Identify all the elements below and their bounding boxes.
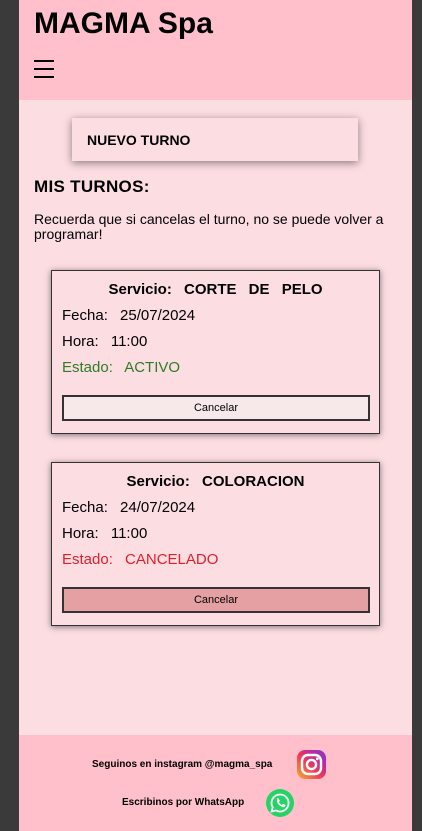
- hamburger-line: [34, 68, 54, 70]
- section-title: MIS TURNOS:: [34, 177, 150, 196]
- date-row: Fecha: 25/07/2024: [62, 307, 369, 325]
- card-service-title: Servicio: CORTE DE PELO: [62, 281, 369, 299]
- time-row: Hora: 11:00: [62, 333, 369, 351]
- new-appointment-button[interactable]: NUEVO TURNO: [72, 118, 358, 161]
- cancel-button[interactable]: Cancelar: [62, 395, 370, 421]
- hamburger-line: [34, 76, 54, 78]
- status-row: Estado: ACTIVO: [62, 359, 369, 377]
- date-label: Fecha:: [62, 307, 108, 324]
- date-label: Fecha:: [62, 499, 108, 516]
- status-label: Estado:: [62, 551, 113, 568]
- service-label: Servicio:: [108, 281, 172, 298]
- page: MAGMA Spa NUEVO TURNO MIS TURNOS: Recuer…: [19, 0, 412, 831]
- whatsapp-text: Escribinos por WhatsApp: [122, 797, 245, 808]
- instagram-icon[interactable]: [297, 750, 326, 779]
- time-value: 11:00: [110, 525, 148, 542]
- service-label: Servicio:: [126, 473, 190, 490]
- time-value: 11:00: [110, 333, 148, 350]
- status-value: CANCELADO: [125, 551, 219, 568]
- service-value: COLORACION: [202, 473, 305, 490]
- appointment-card: Servicio: CORTE DE PELO Fecha: 25/07/202…: [51, 270, 380, 434]
- cancel-notice: Recuerda que si cancelas el turno, no se…: [34, 211, 384, 242]
- hamburger-icon[interactable]: [34, 60, 54, 78]
- date-row: Fecha: 24/07/2024: [62, 499, 369, 517]
- time-label: Hora:: [62, 525, 99, 542]
- whatsapp-icon[interactable]: [265, 788, 295, 818]
- date-value: 24/07/2024: [120, 499, 196, 516]
- status-row: Estado: CANCELADO: [62, 551, 369, 569]
- appointment-card: Servicio: COLORACION Fecha: 24/07/2024 H…: [51, 462, 380, 626]
- footer: Seguinos en instagram @magma_spa Escribi…: [19, 735, 412, 831]
- brand-title: MAGMA Spa: [34, 7, 213, 40]
- hamburger-line: [34, 60, 54, 62]
- service-value: CORTE DE PELO: [184, 281, 323, 298]
- time-label: Hora:: [62, 333, 99, 350]
- time-row: Hora: 11:00: [62, 525, 369, 543]
- instagram-text: Seguinos en instagram @magma_spa: [92, 759, 273, 770]
- date-value: 25/07/2024: [120, 307, 196, 324]
- status-value: ACTIVO: [124, 359, 181, 376]
- card-service-title: Servicio: COLORACION: [62, 473, 369, 491]
- header: MAGMA Spa: [19, 0, 412, 100]
- status-label: Estado:: [62, 359, 113, 376]
- cancel-button[interactable]: Cancelar: [62, 587, 370, 613]
